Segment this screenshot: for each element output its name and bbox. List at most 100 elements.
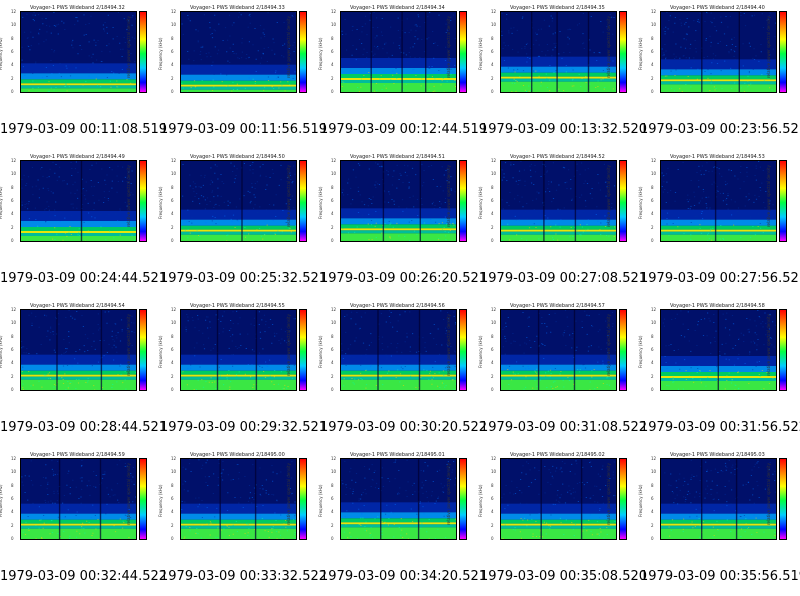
noise-pixel (196, 528, 198, 529)
y-tick-label: 6 (331, 496, 334, 501)
noise-pixel (524, 89, 526, 91)
noise-pixel (444, 386, 446, 388)
panel-caption: 1979-03-09 00:35:08.520 (480, 569, 648, 584)
noise-pixel (516, 218, 518, 220)
noise-pixel (66, 67, 68, 69)
noise-pixel (452, 223, 454, 224)
noise-pixel (362, 492, 364, 493)
noise-pixel (32, 19, 34, 20)
noise-pixel (748, 84, 750, 86)
noise-pixel (501, 12, 503, 14)
noise-pixel (697, 19, 699, 21)
noise-pixel (408, 186, 410, 188)
noise-pixel (295, 47, 296, 49)
noise-pixel (109, 51, 111, 53)
noise-pixel (726, 183, 728, 185)
noise-pixel (202, 386, 205, 388)
noise-pixel (561, 57, 563, 59)
noise-pixel (738, 213, 740, 215)
noise-pixel (350, 65, 352, 66)
noise-pixel (31, 186, 34, 188)
noise-pixel (252, 172, 254, 174)
noise-pixel (579, 369, 581, 370)
noise-pixel (38, 380, 40, 382)
noise-pixel (222, 209, 224, 211)
noise-pixel (214, 164, 216, 166)
spectrogram-plot (340, 309, 457, 391)
noise-pixel (271, 49, 273, 51)
noise-pixel (556, 467, 558, 469)
noise-pixel (112, 27, 114, 28)
noise-pixel (665, 345, 667, 347)
noise-pixel (67, 381, 69, 382)
noise-pixel (690, 459, 692, 461)
noise-pixel (280, 164, 282, 166)
noise-pixel (731, 88, 733, 89)
noise-pixel (555, 499, 557, 501)
noise-pixel (398, 179, 400, 180)
noise-pixel (553, 43, 555, 45)
noise-pixel (524, 356, 526, 358)
noise-pixel (590, 530, 592, 532)
noise-pixel (201, 524, 203, 526)
noise-pixel (123, 36, 125, 38)
y-tick-label: 8 (171, 35, 174, 41)
noise-pixel (504, 63, 506, 65)
y-tick-label: 8 (171, 482, 174, 488)
noise-pixel (65, 65, 67, 67)
noise-pixel (69, 382, 71, 384)
noise-pixel (207, 316, 209, 318)
noise-pixel (559, 31, 561, 32)
panel-caption: 1979-03-09 00:13:32.520 (480, 122, 648, 137)
noise-pixel (230, 320, 232, 321)
noise-pixel (120, 319, 123, 321)
noise-pixel (82, 84, 84, 86)
noise-pixel (117, 374, 119, 375)
noise-pixel (505, 340, 507, 342)
y-tick-label: 2 (331, 224, 334, 230)
noise-pixel (259, 488, 261, 489)
noise-pixel (699, 12, 701, 14)
noise-pixel (33, 12, 35, 13)
y-axis-label: Frequency (kHz) (0, 335, 3, 368)
y-tick-label: 8 (491, 35, 494, 41)
noise-pixel (245, 70, 247, 72)
noise-pixel (571, 347, 573, 349)
noise-pixel (722, 200, 724, 202)
noise-pixel (200, 362, 202, 364)
noise-pixel (50, 87, 52, 89)
noise-pixel (86, 520, 88, 522)
noise-pixel (263, 33, 265, 35)
noise-pixel (713, 86, 715, 88)
noise-pixel (89, 169, 91, 170)
y-tick-label: 0 (171, 89, 174, 94)
noise-pixel (743, 181, 745, 183)
noise-pixel (63, 352, 65, 354)
noise-pixel (731, 489, 733, 491)
noise-pixel (752, 69, 754, 70)
noise-pixel (31, 358, 33, 360)
noise-pixel (377, 48, 379, 50)
noise-pixel (199, 366, 201, 368)
noise-pixel (428, 37, 430, 39)
intensity-band (181, 523, 296, 526)
noise-pixel (544, 345, 546, 346)
noise-pixel (371, 239, 373, 241)
noise-pixel (372, 196, 374, 198)
noise-pixel (85, 24, 87, 25)
noise-pixel (251, 349, 254, 351)
noise-pixel (538, 75, 540, 77)
noise-pixel (754, 332, 756, 334)
intensity-band (21, 374, 136, 377)
y-tick-label: 0 (651, 238, 654, 243)
noise-pixel (725, 199, 727, 201)
noise-pixel (249, 165, 251, 166)
noise-pixel (345, 524, 347, 526)
noise-pixel (611, 203, 613, 204)
noise-pixel (429, 372, 431, 374)
noise-pixel (589, 462, 591, 463)
noise-pixel (98, 357, 100, 358)
noise-pixel (97, 65, 99, 67)
noise-pixel (366, 357, 368, 359)
noise-pixel (552, 198, 555, 199)
